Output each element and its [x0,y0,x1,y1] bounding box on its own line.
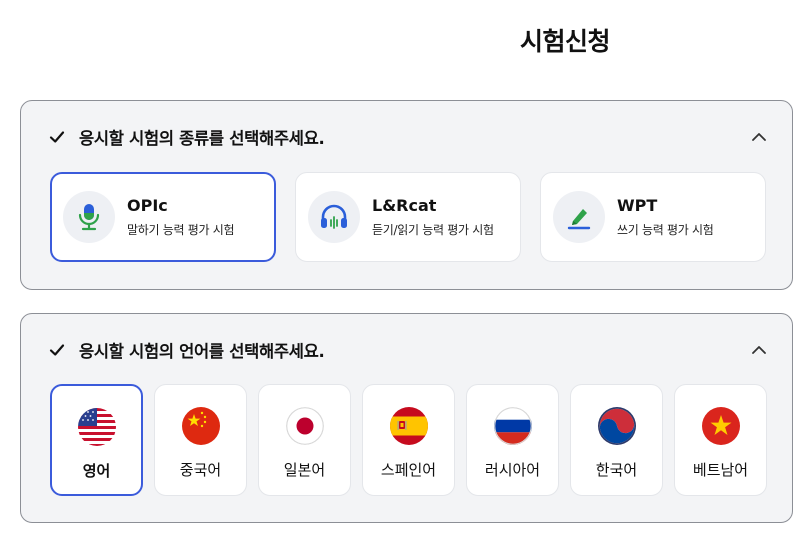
language-options: 영어 중국어 일본어 스페인어 러시아어 한국어 베트남어 [50,384,767,496]
language-title: 응시할 시험의 언어를 선택해주세요. [79,342,325,361]
japan-flag-icon [285,407,324,445]
language-option-russian[interactable]: 러시아어 [466,384,559,496]
language-option-vietnamese[interactable]: 베트남어 [674,384,767,496]
exam-type-title: 응시할 시험의 종류를 선택해주세요. [79,129,325,148]
language-label: 러시아어 [484,461,541,479]
language-option-chinese[interactable]: 중국어 [154,384,247,496]
checkmark-icon [49,344,65,356]
language-label: 일본어 [283,461,326,479]
exam-type-description: 듣기/읽기 능력 평가 시험 [372,223,494,237]
microphone-icon [63,191,115,243]
language-label: 영어 [82,462,111,480]
chevron-up-icon[interactable] [750,341,768,359]
vietnam-flag-icon [701,407,740,445]
language-option-english[interactable]: 영어 [50,384,143,496]
exam-type-description: 쓰기 능력 평가 시험 [617,223,714,237]
exam-type-panel-header[interactable]: 응시할 시험의 종류를 선택해주세요. [47,124,768,150]
language-panel: 응시할 시험의 언어를 선택해주세요. 영어 중국어 일본어 스페인어 러시아어… [20,313,793,523]
chevron-up-icon[interactable] [750,128,768,146]
checkmark-icon [49,131,65,143]
language-option-korean[interactable]: 한국어 [570,384,663,496]
us-flag-icon [77,408,116,446]
russia-flag-icon [493,407,532,445]
korea-flag-icon [597,407,636,445]
exam-type-option-wpt[interactable]: WPT 쓰기 능력 평가 시험 [540,172,766,262]
headphones-icon [308,191,360,243]
spain-flag-icon [389,407,428,445]
page-title: 시험신청 [520,27,611,56]
exam-type-option-lrcat[interactable]: L&Rcat 듣기/읽기 능력 평가 시험 [295,172,521,262]
exam-type-name: OPIc [127,196,168,215]
exam-type-panel: 응시할 시험의 종류를 선택해주세요. OPIc 말하기 능력 평가 시험 L&… [20,100,793,290]
language-option-spanish[interactable]: 스페인어 [362,384,455,496]
exam-type-description: 말하기 능력 평가 시험 [127,223,235,237]
language-label: 스페인어 [380,461,437,479]
language-label: 중국어 [179,461,222,479]
exam-type-options: OPIc 말하기 능력 평가 시험 L&Rcat 듣기/읽기 능력 평가 시험 [50,172,766,262]
exam-type-name: L&Rcat [372,196,437,215]
language-label: 한국어 [595,461,638,479]
language-panel-header[interactable]: 응시할 시험의 언어를 선택해주세요. [47,337,768,363]
china-flag-icon [181,407,220,445]
language-label: 베트남어 [692,461,749,479]
language-option-japanese[interactable]: 일본어 [258,384,351,496]
exam-type-name: WPT [617,196,658,215]
exam-type-option-opic[interactable]: OPIc 말하기 능력 평가 시험 [50,172,276,262]
pen-icon [553,191,605,243]
